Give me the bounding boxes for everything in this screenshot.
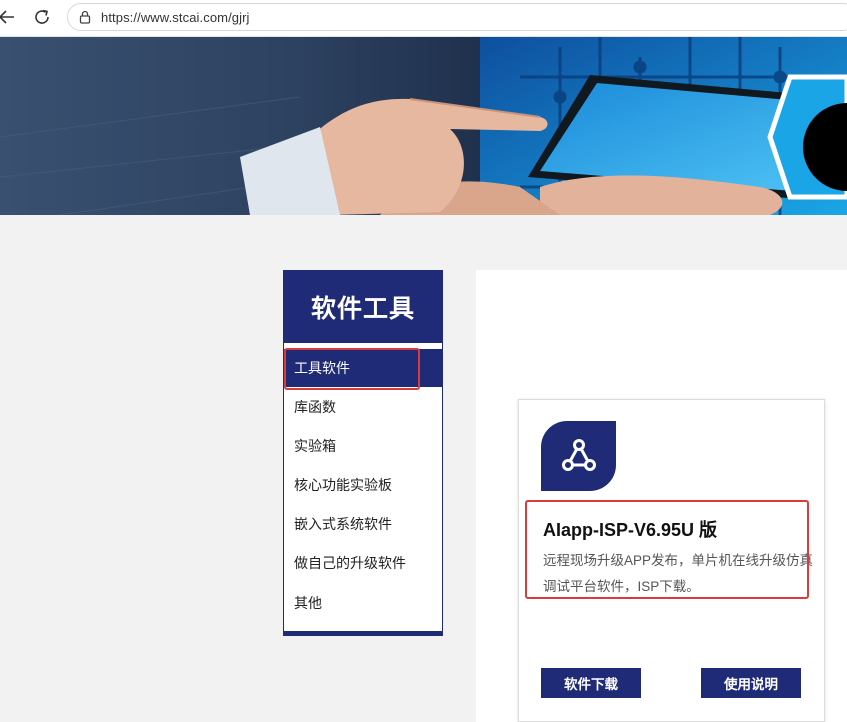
address-bar[interactable]: https://www.stcai.com/gjrj <box>67 3 847 31</box>
sidebar-item-lab-box[interactable]: 实验箱 <box>284 427 442 465</box>
back-button[interactable] <box>0 6 18 28</box>
reload-icon <box>35 9 49 24</box>
card-description: 远程现场升级APP发布，单片机在线升级仿真调试平台软件，ISP下载。 <box>543 553 814 594</box>
sidebar-item-other[interactable]: 其他 <box>284 584 442 622</box>
hero-banner <box>0 37 847 215</box>
sidebar-item-core-board[interactable]: 核心功能实验板 <box>284 466 442 504</box>
sidebar-title: 软件工具 <box>284 271 442 343</box>
arrow-left-icon <box>0 10 14 24</box>
banner-image <box>0 37 847 215</box>
lock-icon[interactable] <box>78 10 92 24</box>
sidebar-item-tools[interactable]: 工具软件 <box>284 349 442 387</box>
share-network-icon <box>561 439 596 471</box>
software-card: AIapp-ISP-V6.95U 版 远程现场升级APP发布，单片机在线升级仿真… <box>518 399 825 722</box>
sidebar: 软件工具 工具软件 库函数 实验箱 核心功能实验板 嵌入式系统软件 做自己的升级… <box>283 270 443 636</box>
url-text[interactable]: https://www.stcai.com/gjrj <box>101 10 250 25</box>
sidebar-item-libraries[interactable]: 库函数 <box>284 388 442 426</box>
card-title: AIapp-ISP-V6.95U 版 <box>543 520 718 540</box>
reload-button[interactable] <box>31 6 53 28</box>
card-icon-badge <box>541 421 616 491</box>
browser-toolbar: https://www.stcai.com/gjrj <box>0 0 847 37</box>
sidebar-item-embedded[interactable]: 嵌入式系统软件 <box>284 505 442 543</box>
sidebar-item-upgrade[interactable]: 做自己的升级软件 <box>284 544 442 582</box>
download-button[interactable]: 软件下载 <box>541 668 641 698</box>
manual-button[interactable]: 使用说明 <box>701 668 801 698</box>
